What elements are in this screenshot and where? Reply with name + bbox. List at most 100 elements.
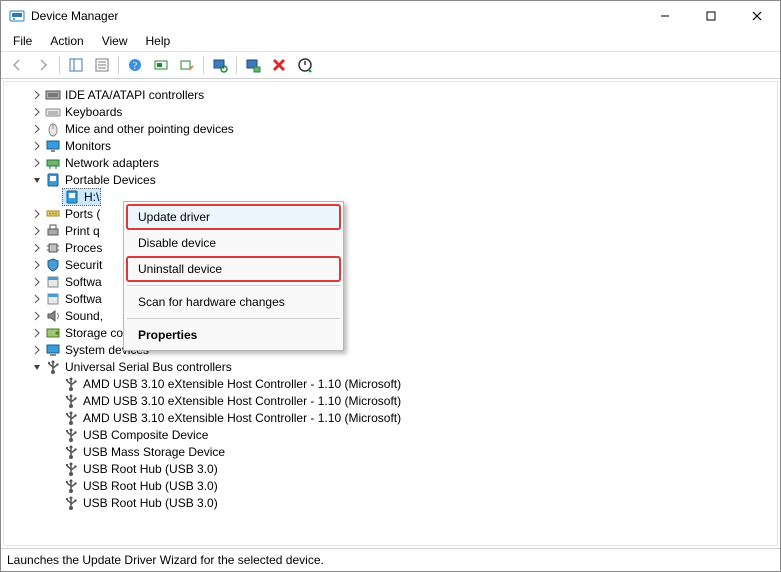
- tree-node-label: Proces: [65, 241, 102, 255]
- tree-row[interactable]: USB Composite Device: [8, 426, 777, 443]
- mouse-icon: [45, 121, 61, 137]
- tree-node-label: Securit: [65, 258, 102, 272]
- app-icon: [9, 8, 25, 24]
- chevron-right-icon[interactable]: [30, 343, 44, 357]
- tree-row[interactable]: USB Mass Storage Device: [8, 443, 777, 460]
- tree-row[interactable]: Mice and other pointing devices: [8, 120, 777, 137]
- chevron-right-icon[interactable]: [30, 224, 44, 238]
- network-icon: [45, 155, 61, 171]
- chevron-down-icon[interactable]: [30, 360, 44, 374]
- toolbar-separator: [236, 56, 237, 74]
- tree-node-label: AMD USB 3.10 eXtensible Host Controller …: [83, 411, 401, 425]
- enable-device-button[interactable]: [293, 53, 317, 77]
- toolbar: ?: [1, 52, 780, 79]
- chevron-right-icon[interactable]: [30, 122, 44, 136]
- usb-device-icon: [63, 495, 79, 511]
- add-legacy-hardware-button[interactable]: [241, 53, 265, 77]
- tree-node-label: Universal Serial Bus controllers: [65, 360, 232, 374]
- chevron-right-icon[interactable]: [30, 139, 44, 153]
- context-menu-item[interactable]: Properties: [126, 322, 341, 348]
- system-icon: [45, 342, 61, 358]
- usb-device-icon: [63, 376, 79, 392]
- device-tree[interactable]: IDE ATA/ATAPI controllersKeyboards Mice a…: [3, 81, 778, 546]
- device-manager-window: Device Manager File Action View Help ? I…: [0, 0, 781, 572]
- window-title: Device Manager: [31, 9, 118, 23]
- tree-node-label: USB Composite Device: [83, 428, 208, 442]
- forward-button[interactable]: [31, 53, 55, 77]
- tree-row[interactable]: IDE ATA/ATAPI controllers: [8, 86, 777, 103]
- uninstall-device-button[interactable]: [267, 53, 291, 77]
- expander-placeholder: [48, 428, 62, 442]
- software-icon: [45, 291, 61, 307]
- tree-node-label: IDE ATA/ATAPI controllers: [65, 88, 204, 102]
- chevron-right-icon[interactable]: [30, 326, 44, 340]
- tree-row[interactable]: USB Root Hub (USB 3.0): [8, 460, 777, 477]
- chevron-right-icon[interactable]: [30, 258, 44, 272]
- tree-row[interactable]: Keyboards: [8, 103, 777, 120]
- tree-row[interactable]: USB Root Hub (USB 3.0): [8, 477, 777, 494]
- toolbar-separator: [59, 56, 60, 74]
- expander-placeholder: [48, 479, 62, 493]
- properties-button[interactable]: [90, 53, 114, 77]
- tree-row[interactable]: Universal Serial Bus controllers: [8, 358, 777, 375]
- help-button[interactable]: ?: [123, 53, 147, 77]
- titlebar: Device Manager: [1, 1, 780, 31]
- context-menu-item[interactable]: Disable device: [126, 230, 341, 256]
- menu-action[interactable]: Action: [42, 32, 91, 50]
- sound-icon: [45, 308, 61, 324]
- tree-node-label: USB Root Hub (USB 3.0): [83, 479, 218, 493]
- expander-placeholder: [48, 411, 62, 425]
- menu-view[interactable]: View: [94, 32, 136, 50]
- back-button[interactable]: [5, 53, 29, 77]
- context-menu-item[interactable]: Uninstall device: [126, 256, 341, 282]
- context-menu-item[interactable]: Scan for hardware changes: [126, 289, 341, 315]
- context-menu: Update driverDisable deviceUninstall dev…: [123, 201, 344, 351]
- chevron-right-icon[interactable]: [30, 156, 44, 170]
- software-icon: [45, 274, 61, 290]
- tree-row[interactable]: Portable Devices: [8, 171, 777, 188]
- tree-node-label: AMD USB 3.10 eXtensible Host Controller …: [83, 377, 401, 391]
- tree-row[interactable]: AMD USB 3.10 eXtensible Host Controller …: [8, 392, 777, 409]
- menu-file[interactable]: File: [5, 32, 40, 50]
- usb-device-icon: [63, 461, 79, 477]
- chevron-right-icon[interactable]: [30, 207, 44, 221]
- show-hide-console-tree-button[interactable]: [64, 53, 88, 77]
- portable-icon: [45, 172, 61, 188]
- chevron-down-icon[interactable]: [30, 173, 44, 187]
- update-driver-button[interactable]: [149, 53, 173, 77]
- ports-icon: [45, 206, 61, 222]
- tree-row[interactable]: Monitors: [8, 137, 777, 154]
- close-button[interactable]: [734, 1, 780, 31]
- chevron-right-icon[interactable]: [30, 105, 44, 119]
- expander-placeholder: [48, 462, 62, 476]
- minimize-button[interactable]: [642, 1, 688, 31]
- expander-placeholder: [48, 377, 62, 391]
- usb-device-icon: [63, 410, 79, 426]
- usb-icon: [45, 359, 61, 375]
- menu-help[interactable]: Help: [138, 32, 179, 50]
- disable-device-button[interactable]: [175, 53, 199, 77]
- context-menu-item[interactable]: Update driver: [126, 204, 341, 230]
- tree-node-label: Network adapters: [65, 156, 159, 170]
- statusbar-text: Launches the Update Driver Wizard for th…: [7, 553, 324, 567]
- toolbar-separator: [203, 56, 204, 74]
- chevron-right-icon[interactable]: [30, 275, 44, 289]
- chevron-right-icon[interactable]: [30, 292, 44, 306]
- chevron-right-icon[interactable]: [30, 309, 44, 323]
- usb-device-icon: [63, 393, 79, 409]
- ide-icon: [45, 87, 61, 103]
- tree-node-label: H:\: [84, 190, 99, 204]
- tree-node-label: Softwa: [65, 275, 102, 289]
- tree-node-label: Print q: [65, 224, 100, 238]
- tree-node-label: AMD USB 3.10 eXtensible Host Controller …: [83, 394, 401, 408]
- chevron-right-icon[interactable]: [30, 241, 44, 255]
- tree-row[interactable]: AMD USB 3.10 eXtensible Host Controller …: [8, 375, 777, 392]
- tree-row[interactable]: USB Root Hub (USB 3.0): [8, 494, 777, 511]
- tree-row[interactable]: AMD USB 3.10 eXtensible Host Controller …: [8, 409, 777, 426]
- scan-hardware-button[interactable]: [208, 53, 232, 77]
- tree-node-label: Mice and other pointing devices: [65, 122, 234, 136]
- maximize-button[interactable]: [688, 1, 734, 31]
- tree-row[interactable]: Network adapters: [8, 154, 777, 171]
- context-menu-separator: [127, 318, 340, 319]
- chevron-right-icon[interactable]: [30, 88, 44, 102]
